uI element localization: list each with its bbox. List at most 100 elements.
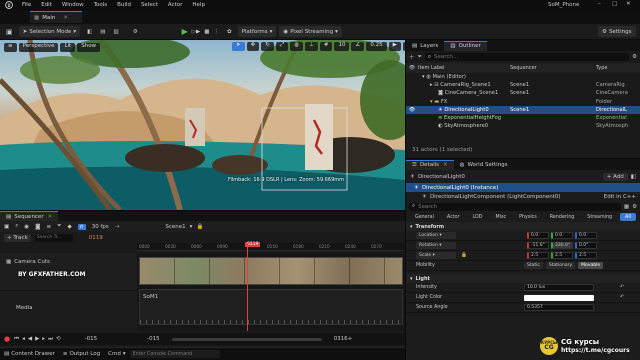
- settings-button[interactable]: ⚙ Settings: [598, 26, 636, 37]
- location-dropdown[interactable]: Location ▾: [416, 232, 456, 239]
- timeline-scrollbar[interactable]: [171, 337, 322, 341]
- play-icon[interactable]: ▶: [35, 336, 39, 342]
- forward-icon[interactable]: ➝: [115, 224, 120, 230]
- camera-cut-section[interactable]: [139, 257, 403, 285]
- rotation-y[interactable]: 330.0°: [551, 242, 573, 249]
- shot-section[interactable]: SoM1: [139, 289, 403, 325]
- column-type[interactable]: Type: [596, 65, 607, 71]
- tab-details[interactable]: ☰ Details ✕: [406, 159, 454, 170]
- move-tool-icon[interactable]: ✥: [246, 42, 260, 51]
- more-options-icon[interactable]: ⋮: [213, 29, 219, 35]
- column-item-label[interactable]: Item Label: [418, 65, 510, 71]
- mobility-stationary[interactable]: Stationary: [545, 262, 576, 269]
- transform-section-header[interactable]: ▾ Transform: [406, 222, 640, 231]
- actor-name-field[interactable]: DirectionalLight0: [418, 174, 603, 180]
- location-x[interactable]: 0.0: [527, 232, 549, 239]
- list-item[interactable]: ▾ ▬ FX Folder: [406, 98, 640, 106]
- rotation-z[interactable]: 0.0°: [575, 242, 597, 249]
- list-icon[interactable]: ≡: [46, 224, 51, 230]
- badge-line-2[interactable]: https://t.me/cgcours: [561, 347, 630, 354]
- key-icon[interactable]: ◆: [67, 224, 71, 230]
- category-lod[interactable]: LOD: [468, 213, 488, 221]
- menu-item[interactable]: Select: [141, 2, 158, 8]
- perspective-button[interactable]: Perspective: [18, 42, 59, 52]
- unreal-logo-icon[interactable]: [4, 0, 14, 10]
- track-search-input[interactable]: Search Tr...: [34, 233, 73, 242]
- category-general[interactable]: General: [410, 213, 439, 221]
- menu-item[interactable]: Build: [117, 2, 131, 8]
- tab-layers[interactable]: ▤ Layers: [406, 41, 444, 51]
- output-log-button[interactable]: Output Log: [69, 351, 100, 357]
- tab-level-main[interactable]: ▦ Main ✕: [30, 11, 82, 23]
- add-component-button[interactable]: + Add: [602, 172, 628, 181]
- list-item[interactable]: ▸ ⊟ CameraRig_Scene1 Scene1 CameraRig: [406, 81, 640, 89]
- pixel-streaming-button[interactable]: ◉ Pixel Streaming ▾: [279, 26, 342, 37]
- menu-item[interactable]: Window: [62, 2, 84, 8]
- rotation-x[interactable]: -11.6°: [527, 242, 549, 249]
- grid-snap-icon[interactable]: #: [319, 42, 333, 51]
- close-icon[interactable]: ✕: [626, 1, 631, 7]
- lock-icon[interactable]: 🔒: [196, 224, 203, 230]
- list-item[interactable]: 👁 ☀ DirectionalLight0 Scene1 DirectionalL: [406, 105, 640, 114]
- close-tab-icon[interactable]: ✕: [63, 15, 68, 21]
- add-track-button[interactable]: + Track: [4, 233, 31, 242]
- scale-y[interactable]: 2.5: [551, 252, 573, 259]
- tab-outliner[interactable]: ▥ Outliner: [444, 40, 487, 51]
- compile-icon[interactable]: ⚙: [133, 29, 138, 35]
- instance-row[interactable]: ☀ DirectionalLight0 (Instance): [406, 183, 640, 192]
- blueprint-icon[interactable]: ◧: [87, 29, 92, 35]
- location-z[interactable]: 0.0: [575, 232, 597, 239]
- filter-icon[interactable]: ⏷: [418, 54, 422, 61]
- rotation-dropdown[interactable]: Rotation ▾: [416, 242, 456, 249]
- edit-in-cpp-link[interactable]: Edit in C++: [604, 194, 636, 200]
- loop-icon[interactable]: ⟲: [56, 336, 61, 342]
- intensity-field[interactable]: 10.0 lux: [524, 284, 594, 291]
- timeline-area[interactable]: SoM1: [137, 243, 405, 331]
- lit-button[interactable]: Lit: [60, 42, 76, 52]
- category-rendering[interactable]: Rendering: [545, 213, 580, 221]
- list-item[interactable]: ≋ ExponentialHeightFog Exponential: [406, 114, 640, 122]
- list-item[interactable]: ◐ SkyAtmosphere0 SkyAtmosph: [406, 122, 640, 130]
- menu-item[interactable]: Tools: [94, 2, 108, 8]
- stop-icon[interactable]: ■: [204, 29, 209, 35]
- range-start[interactable]: -015: [85, 336, 97, 342]
- search-icon[interactable]: ⌕: [15, 223, 18, 230]
- content-icon[interactable]: ▥: [114, 29, 119, 35]
- scale-snap-value[interactable]: 0.25: [366, 42, 387, 51]
- menu-item[interactable]: Edit: [41, 2, 52, 8]
- add-icon[interactable]: ＋: [409, 53, 415, 61]
- light-section-header[interactable]: ▾ Light: [406, 274, 640, 283]
- viewport-menu-icon[interactable]: ≡: [4, 42, 17, 52]
- selection-mode-button[interactable]: ➤ Selection Mode ▾: [18, 26, 81, 37]
- eye-icon[interactable]: 👁: [406, 107, 418, 113]
- filter-icon[interactable]: ⏷: [57, 223, 61, 230]
- render-icon[interactable]: ◉: [24, 224, 29, 230]
- maximize-icon[interactable]: □: [612, 1, 617, 7]
- step-forward-icon[interactable]: ▸: [42, 336, 45, 342]
- snap-icon[interactable]: ∩: [77, 223, 86, 230]
- chevron-down-icon[interactable]: ▾: [123, 351, 126, 357]
- menu-item[interactable]: Actor: [168, 2, 182, 8]
- camera-icon[interactable]: ◙: [35, 224, 40, 230]
- record-icon[interactable]: ●: [4, 335, 10, 343]
- surface-snap-icon[interactable]: ⊥: [305, 42, 318, 51]
- cmd-dropdown[interactable]: Cmd: [108, 351, 121, 357]
- jump-end-icon[interactable]: ⏭: [48, 336, 53, 343]
- camera-speed-icon[interactable]: ▶: [388, 42, 401, 51]
- tab-world-settings[interactable]: ◍ World Settings: [454, 160, 514, 170]
- scale-x[interactable]: 2.5: [527, 252, 549, 259]
- save-icon[interactable]: ▣: [6, 28, 13, 36]
- play-reverse-icon[interactable]: ◀: [28, 336, 32, 342]
- light-color-swatch[interactable]: [524, 294, 594, 301]
- play-icon[interactable]: ▶: [182, 27, 188, 36]
- rotate-tool-icon[interactable]: ↻: [261, 42, 274, 51]
- settings-icon[interactable]: ⚙: [632, 204, 637, 210]
- content-drawer-button[interactable]: Content Drawer: [11, 351, 55, 357]
- time-ruler[interactable]: 0000 0030 0060 0090 0150 0180 0210 0240 …: [137, 242, 405, 251]
- column-sequencer[interactable]: Sequencer: [510, 65, 596, 71]
- platforms-button[interactable]: Platforms ▾: [237, 26, 277, 37]
- property-matrix-icon[interactable]: ▦: [624, 204, 629, 210]
- range-mid[interactable]: -015: [147, 336, 159, 342]
- visibility-column-icon[interactable]: 👁: [406, 65, 418, 71]
- launch-icon[interactable]: ✿: [227, 29, 232, 35]
